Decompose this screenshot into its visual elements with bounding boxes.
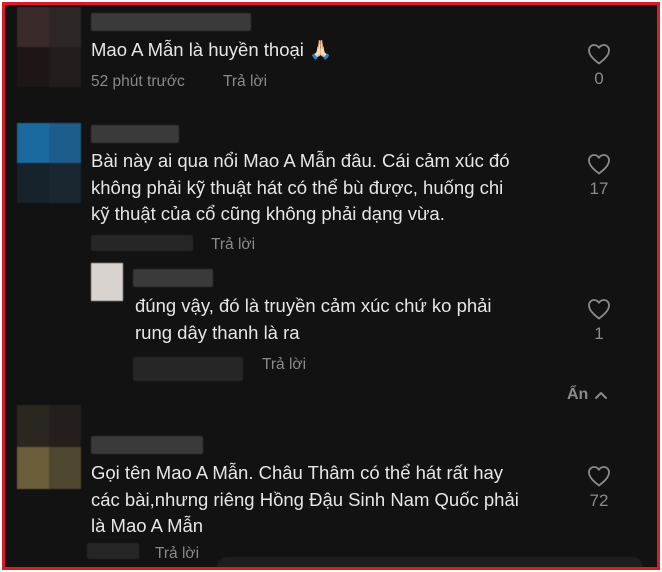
reply-button[interactable]: Trả lời (211, 236, 255, 254)
comment-text: Mao A Mẫn là huyền thoại 🙏🏻 (91, 39, 333, 60)
heart-outline-icon (588, 466, 610, 487)
comment-text: Bài này ai qua nổi Mao A Mẫn đâu. Cái cả… (91, 150, 510, 224)
heart-outline-icon (588, 44, 610, 65)
chevron-up-icon (595, 391, 608, 399)
input-bar-edge (217, 557, 643, 567)
username[interactable] (91, 125, 179, 143)
comment-timestamp (91, 235, 193, 251)
username[interactable] (133, 269, 213, 287)
username[interactable] (91, 436, 203, 454)
like-count: 0 (594, 69, 604, 88)
avatar[interactable] (17, 123, 81, 203)
hide-replies-button[interactable]: Ẩn (567, 386, 608, 404)
like-button[interactable]: 0 (579, 43, 619, 89)
reply-text: đúng vậy, đó là truyền cảm xúc chứ ko ph… (135, 295, 492, 343)
comments-panel: Mao A Mẫn là huyền thoại 🙏🏻 52 phút trướ… (2, 2, 660, 570)
comment-text: Gọi tên Mao A Mẫn. Châu Thâm có thể hát … (91, 462, 519, 536)
like-count: 17 (589, 179, 609, 198)
like-count: 72 (589, 491, 609, 510)
reply-button[interactable]: Trả lời (155, 545, 199, 563)
heart-outline-icon (588, 154, 610, 175)
like-count: 1 (594, 324, 604, 343)
reply-timestamp (133, 357, 243, 381)
like-button[interactable]: 17 (579, 153, 619, 199)
reply-button[interactable]: Trả lời (223, 73, 267, 91)
like-button[interactable]: 1 (579, 298, 619, 344)
avatar[interactable] (17, 405, 81, 489)
avatar[interactable] (17, 7, 81, 87)
comment-timestamp (87, 543, 139, 559)
heart-outline-icon (588, 299, 610, 320)
comment-timestamp: 52 phút trước (91, 73, 185, 90)
like-button[interactable]: 72 (579, 465, 619, 511)
username[interactable] (91, 13, 251, 31)
avatar[interactable] (91, 263, 123, 301)
hide-label: Ẩn (567, 386, 589, 403)
reply-button[interactable]: Trả lời (262, 356, 306, 374)
